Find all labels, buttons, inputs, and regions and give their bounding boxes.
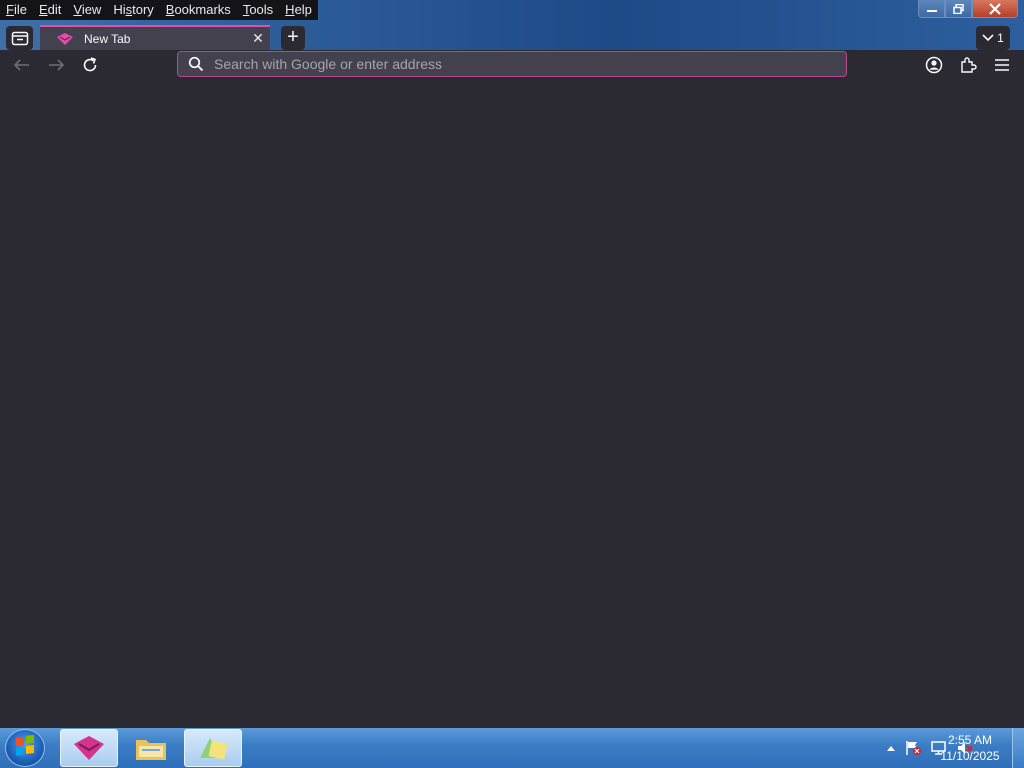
minimize-icon bbox=[926, 9, 937, 12]
action-center-flag-icon[interactable] bbox=[904, 740, 922, 756]
minimize-button[interactable] bbox=[918, 0, 945, 18]
clock[interactable]: 2:55 AM 11/10/2025 bbox=[938, 732, 1002, 764]
title-bar: File Edit View History Bookmarks Tools H… bbox=[0, 0, 1024, 25]
forward-button[interactable] bbox=[44, 53, 68, 77]
firefox-view-icon bbox=[11, 31, 28, 46]
app-menu-button[interactable] bbox=[990, 53, 1014, 77]
list-all-tabs-button[interactable]: 1 bbox=[976, 26, 1010, 50]
windows-logo-icon bbox=[16, 735, 34, 756]
menu-file[interactable]: File bbox=[0, 0, 33, 20]
restore-icon bbox=[952, 3, 964, 14]
reload-button[interactable] bbox=[78, 53, 102, 77]
account-icon bbox=[925, 56, 943, 74]
account-button[interactable] bbox=[922, 53, 946, 77]
search-icon bbox=[188, 56, 204, 72]
tab-strip: New Tab ✕ + 1 bbox=[0, 25, 1024, 50]
start-button[interactable] bbox=[5, 729, 45, 767]
extensions-button[interactable] bbox=[956, 53, 980, 77]
hamburger-menu-icon bbox=[995, 59, 1009, 71]
menu-tools[interactable]: Tools bbox=[237, 0, 279, 20]
window-controls bbox=[918, 0, 1018, 18]
folder-icon bbox=[136, 740, 166, 760]
app-icon bbox=[200, 738, 228, 760]
reload-icon bbox=[83, 57, 97, 72]
restore-button[interactable] bbox=[945, 0, 972, 18]
firefox-view-button[interactable] bbox=[6, 26, 33, 50]
clock-time: 2:55 AM bbox=[947, 733, 993, 747]
chevron-down-icon bbox=[982, 34, 994, 42]
puzzle-piece-icon bbox=[961, 57, 977, 73]
clock-date: 11/10/2025 bbox=[940, 749, 1000, 763]
tab-count: 1 bbox=[997, 31, 1004, 45]
show-hidden-icons-arrow-icon[interactable] bbox=[886, 744, 896, 752]
navigation-toolbar bbox=[0, 50, 1024, 80]
taskbar: 2:55 AM 11/10/2025 bbox=[0, 728, 1024, 768]
address-input[interactable] bbox=[214, 56, 846, 72]
forward-arrow-icon bbox=[49, 59, 65, 71]
tab-new-tab[interactable]: New Tab ✕ bbox=[40, 25, 270, 50]
menu-bar: File Edit View History Bookmarks Tools H… bbox=[0, 0, 318, 20]
taskbar-browser-button[interactable] bbox=[60, 729, 118, 767]
new-tab-button[interactable]: + bbox=[281, 26, 305, 50]
close-window-button[interactable] bbox=[972, 0, 1018, 18]
browser-logo-icon bbox=[74, 736, 104, 760]
page-content bbox=[0, 80, 1024, 728]
menu-history[interactable]: History bbox=[107, 0, 159, 20]
tab-title: New Tab bbox=[84, 31, 131, 46]
back-button[interactable] bbox=[10, 53, 34, 77]
back-arrow-icon bbox=[13, 59, 29, 71]
taskbar-file-explorer-button[interactable] bbox=[122, 729, 180, 767]
tab-close-icon[interactable]: ✕ bbox=[246, 30, 270, 47]
close-icon bbox=[989, 2, 1001, 15]
menu-edit[interactable]: Edit bbox=[33, 0, 67, 20]
menu-help[interactable]: Help bbox=[279, 0, 318, 20]
menu-view[interactable]: View bbox=[67, 0, 107, 20]
taskbar-app-button[interactable] bbox=[184, 729, 242, 767]
show-desktop-button[interactable] bbox=[1012, 728, 1024, 768]
menu-bookmarks[interactable]: Bookmarks bbox=[160, 0, 237, 20]
browser-logo-icon bbox=[57, 32, 73, 45]
address-bar[interactable] bbox=[177, 51, 847, 77]
